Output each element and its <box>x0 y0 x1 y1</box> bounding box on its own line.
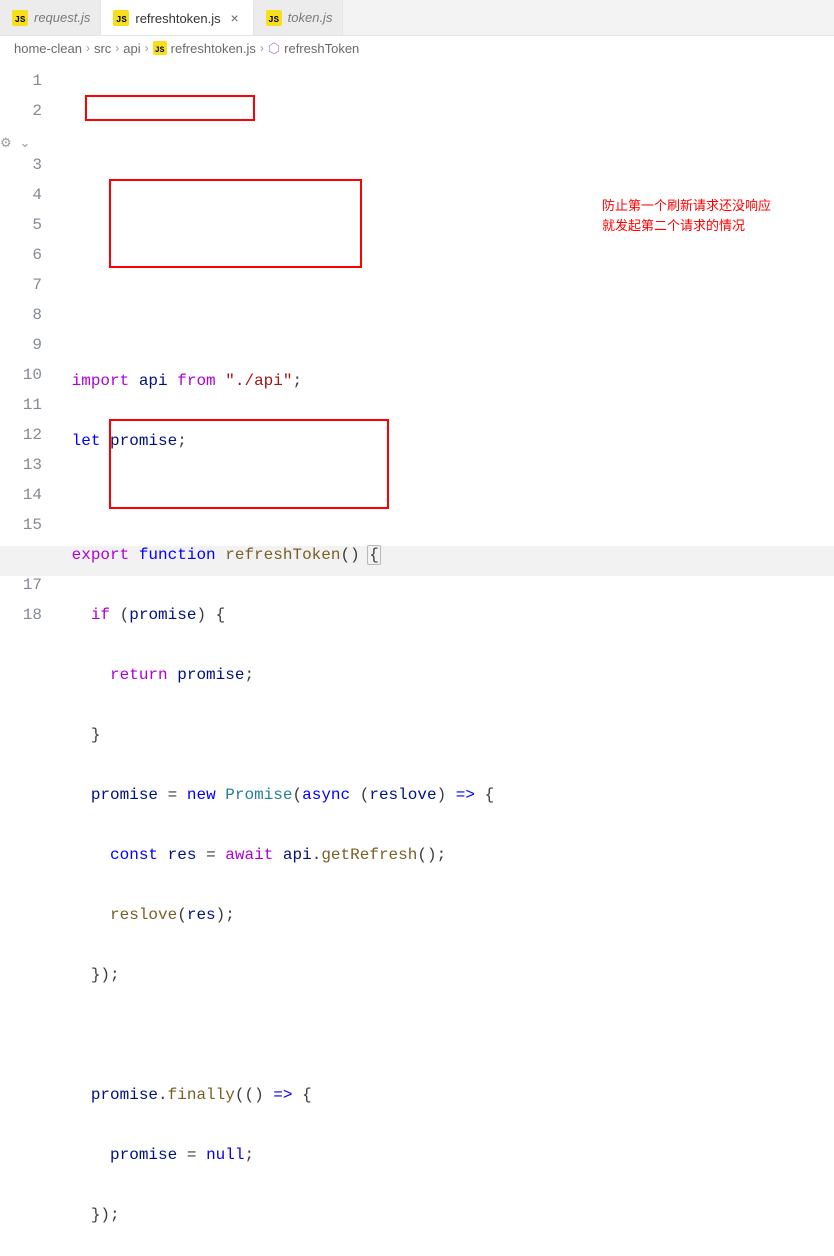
line-number: 10 <box>0 360 42 390</box>
js-icon: JS <box>153 41 167 55</box>
code-line: promise = new Promise(async (reslove) =>… <box>62 780 834 810</box>
code-line: export function refreshToken() { <box>62 540 834 570</box>
code-content[interactable]: 防止第一个刷新请求还没响应 就发起第二个请求的情况 import api fro… <box>62 60 834 628</box>
line-number: 2 <box>0 96 42 126</box>
line-number: 15 <box>0 510 42 540</box>
line-number: 1 <box>0 66 42 96</box>
line-number: 4 <box>0 180 42 210</box>
breadcrumb-item[interactable]: src <box>94 41 111 56</box>
line-number: 13 <box>0 450 42 480</box>
code-line: }); <box>62 1200 834 1230</box>
code-line: }); <box>62 960 834 990</box>
line-number: 11 <box>0 390 42 420</box>
tab-label: token.js <box>288 10 333 25</box>
line-number: 9 <box>0 330 42 360</box>
chevron-right-icon: › <box>86 41 90 55</box>
annotation-line: 就发起第二个请求的情况 <box>602 216 771 236</box>
tab-bar: JS request.js JS refreshtoken.js × JS to… <box>0 0 834 36</box>
symbol-method-icon: ⬡ <box>268 40 280 57</box>
line-number: 7 <box>0 270 42 300</box>
line-number: 6 <box>0 240 42 270</box>
line-number: 17 <box>0 570 42 600</box>
code-line: const res = await api.getRefresh(); <box>62 840 834 870</box>
code-line: import api from "./api"; <box>62 366 834 396</box>
line-number: 5 <box>0 210 42 240</box>
tab-label: request.js <box>34 10 90 25</box>
line-number: 18 <box>0 600 42 630</box>
code-line: promise = null; <box>62 1140 834 1170</box>
js-icon: JS <box>266 10 282 26</box>
code-line <box>62 1020 834 1050</box>
line-number: 8 <box>0 300 42 330</box>
chevron-right-icon: › <box>115 41 119 55</box>
code-line: return promise; <box>62 660 834 690</box>
breadcrumb-item[interactable]: refreshToken <box>284 41 359 56</box>
line-number: 14 <box>0 480 42 510</box>
annotation-line: 防止第一个刷新请求还没响应 <box>602 196 771 216</box>
chevron-right-icon: › <box>145 41 149 55</box>
line-number: 12 <box>0 420 42 450</box>
annotation-text: 防止第一个刷新请求还没响应 就发起第二个请求的情况 <box>602 196 771 235</box>
highlight-box <box>109 179 362 268</box>
js-icon: JS <box>113 10 129 26</box>
breadcrumb-item[interactable]: api <box>123 41 140 56</box>
close-icon[interactable]: × <box>227 10 243 26</box>
chevron-right-icon: › <box>260 41 264 55</box>
highlight-box <box>85 95 255 121</box>
line-number-gutter: 1 2 ⚙ ⌄ 3 4 5 6 7 8 9 10 11 12 13 14 15 … <box>0 60 62 628</box>
editor[interactable]: 1 2 ⚙ ⌄ 3 4 5 6 7 8 9 10 11 12 13 14 15 … <box>0 60 834 628</box>
tab-refreshtoken-js[interactable]: JS refreshtoken.js × <box>101 0 253 35</box>
breadcrumb-item[interactable]: refreshtoken.js <box>171 41 256 56</box>
code-line: reslove(res); <box>62 900 834 930</box>
code-lines: import api from "./api"; let promise; ex… <box>62 336 834 1256</box>
breadcrumb: home-clean › src › api › JS refreshtoken… <box>0 36 834 60</box>
line-number: 3 <box>0 150 42 180</box>
js-icon: JS <box>12 10 28 26</box>
code-line: } <box>62 720 834 750</box>
tab-token-js[interactable]: JS token.js <box>254 0 344 35</box>
breadcrumb-item[interactable]: home-clean <box>14 41 82 56</box>
code-line: let promise; <box>62 426 834 456</box>
code-line: if (promise) { <box>62 600 834 630</box>
code-line: promise.finally(() => { <box>62 1080 834 1110</box>
tab-request-js[interactable]: JS request.js <box>0 0 101 35</box>
tab-label: refreshtoken.js <box>135 11 220 26</box>
